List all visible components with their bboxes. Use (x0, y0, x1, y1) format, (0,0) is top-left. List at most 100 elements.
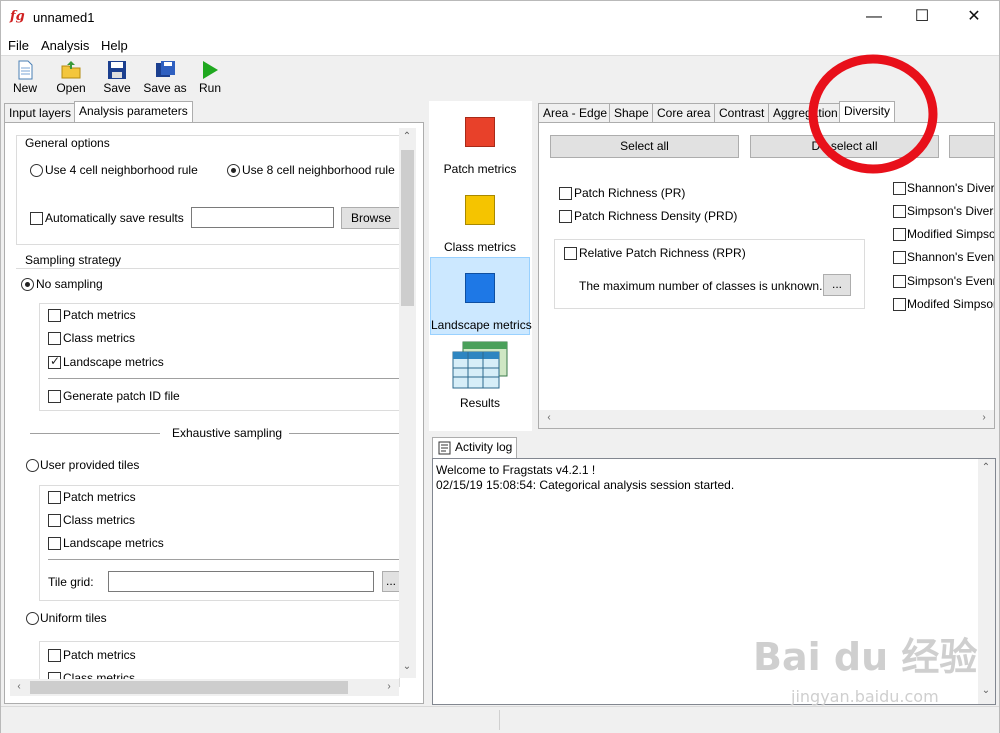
scroll-down-icon[interactable]: ⌄ (399, 661, 415, 672)
general-options-title: General options (23, 136, 112, 150)
tile-grid-input[interactable] (108, 571, 374, 592)
user-landscape-metrics-label: Landscape metrics (63, 536, 164, 550)
browse-button[interactable]: Browse (341, 207, 401, 229)
close-button[interactable]: ✕ (951, 1, 997, 33)
modified-simpson-diversity-checkbox[interactable] (893, 228, 906, 241)
diversity-scroll-left-icon[interactable]: ‹ (541, 412, 557, 423)
save-label: Save (103, 81, 131, 95)
generate-patch-id-checkbox[interactable] (48, 390, 61, 403)
modified-simpson-diversity-label: Modified Simpson (907, 227, 995, 241)
left-vscroll-thumb[interactable] (401, 150, 414, 306)
rpr-checkbox[interactable] (564, 247, 577, 260)
nav-patch-metrics-label: Patch metrics (443, 162, 517, 176)
window-title: unnamed1 (33, 10, 95, 25)
exhaustive-line-left (30, 433, 160, 434)
tab-activity-log[interactable]: Activity log (432, 437, 518, 459)
uniform-tiles-label: Uniform tiles (40, 611, 107, 625)
extra-button[interactable] (949, 135, 994, 158)
user-tiles-label: User provided tiles (40, 458, 140, 472)
modified-simpson-evenness-checkbox[interactable] (893, 298, 906, 311)
nav-patch-metrics[interactable]: Patch metrics (430, 101, 530, 179)
fragstats-logo-icon: fg (10, 9, 25, 24)
nav-landscape-metrics-label: Landscape metrics (431, 318, 532, 332)
save-as-button[interactable]: Save as (142, 59, 188, 99)
user-landscape-metrics-checkbox[interactable] (48, 537, 61, 550)
tile-grid-browse-button[interactable]: ... (382, 571, 400, 592)
minimize-button[interactable]: — (851, 1, 897, 33)
tab-input-layers[interactable]: Input layers (4, 103, 77, 123)
scroll-right-icon[interactable]: › (381, 681, 397, 692)
menu-file[interactable]: File (8, 38, 29, 53)
rule4-label: Use 4 cell neighborhood rule (45, 163, 198, 177)
left-horizontal-scrollbar[interactable]: ‹ › (10, 679, 399, 696)
new-button[interactable]: New (4, 59, 46, 99)
rule8-label: Use 8 cell neighborhood rule (242, 163, 395, 177)
log-line-2: 02/15/19 15:08:54: Categorical analysis … (436, 478, 735, 492)
results-table-icon (452, 341, 508, 389)
tab-analysis-parameters[interactable]: Analysis parameters (74, 101, 193, 123)
max-classes-text: The maximum number of classes is unknown… (579, 279, 823, 293)
open-button[interactable]: Open (50, 59, 92, 99)
nav-results[interactable]: Results (430, 335, 530, 413)
log-vertical-scrollbar[interactable]: ⌃ ⌄ (978, 459, 995, 704)
class-metrics-label: Class metrics (63, 331, 136, 345)
tab-contrast[interactable]: Contrast (714, 103, 770, 123)
nav-class-metrics-label: Class metrics (443, 240, 516, 254)
maximize-button[interactable]: ☐ (899, 1, 945, 33)
prd-checkbox[interactable] (559, 210, 572, 223)
menu-analysis[interactable]: Analysis (41, 38, 89, 53)
app-window: fg unnamed1 — ☐ ✕ File Analysis Help New… (0, 0, 1000, 733)
auto-save-path-input[interactable] (191, 207, 334, 228)
patch-metrics-label: Patch metrics (63, 308, 136, 322)
class-metrics-icon (465, 195, 495, 225)
menu-help[interactable]: Help (101, 38, 128, 53)
metric-navigator: Patch metrics Class metrics Landscape me… (429, 101, 532, 431)
simpson-diversity-label: Simpson's Diversi (907, 204, 995, 218)
landscape-metrics-checkbox[interactable] (48, 354, 61, 369)
save-as-disk-icon (156, 61, 175, 77)
rule4-radio[interactable] (30, 164, 43, 177)
shannon-diversity-checkbox[interactable] (893, 182, 906, 195)
scroll-left-icon[interactable]: ‹ (11, 681, 27, 692)
sampling-top-line (16, 268, 401, 269)
left-vertical-scrollbar[interactable]: ⌃ ⌄ (399, 128, 416, 678)
user-class-metrics-label: Class metrics (63, 513, 136, 527)
save-button[interactable]: Save (96, 59, 138, 99)
select-all-button[interactable]: Select all (550, 135, 739, 158)
nav-class-metrics[interactable]: Class metrics (430, 179, 530, 257)
shannon-evenness-checkbox[interactable] (893, 251, 906, 264)
auto-save-label: Automatically save results (45, 211, 184, 225)
pr-label: Patch Richness (PR) (574, 186, 686, 200)
save-as-label: Save as (143, 81, 187, 95)
tab-shape[interactable]: Shape (609, 103, 654, 123)
log-scroll-down-icon[interactable]: ⌄ (978, 685, 994, 696)
pr-checkbox[interactable] (559, 187, 572, 200)
tab-area-edge[interactable]: Area - Edge (538, 103, 613, 123)
user-patch-metrics-checkbox[interactable] (48, 491, 61, 504)
diversity-scroll-right-icon[interactable]: › (976, 412, 992, 423)
diversity-horizontal-scrollbar[interactable]: ‹ › (539, 410, 994, 428)
log-scroll-up-icon[interactable]: ⌃ (978, 462, 994, 473)
class-metrics-checkbox[interactable] (48, 332, 61, 345)
simpson-evenness-checkbox[interactable] (893, 275, 906, 288)
patch-metrics-checkbox[interactable] (48, 309, 61, 322)
user-class-metrics-checkbox[interactable] (48, 514, 61, 527)
simpson-diversity-checkbox[interactable] (893, 205, 906, 218)
rule8-radio[interactable] (227, 164, 240, 177)
auto-save-checkbox[interactable] (30, 212, 43, 225)
new-label: New (12, 81, 37, 95)
tab-core-area[interactable]: Core area (652, 103, 716, 123)
shannon-diversity-label: Shannon's Divers (907, 181, 995, 195)
open-label: Open (56, 81, 86, 95)
nav-landscape-metrics[interactable]: Landscape metrics (430, 257, 532, 335)
run-button[interactable]: Run (189, 59, 231, 99)
user-tiles-radio[interactable] (26, 459, 39, 472)
max-classes-button[interactable]: ... (823, 274, 851, 296)
scroll-up-icon[interactable]: ⌃ (399, 131, 415, 142)
uniform-tiles-radio[interactable] (26, 612, 39, 625)
uniform-patch-metrics-checkbox[interactable] (48, 649, 61, 662)
patch-metrics-icon (465, 117, 495, 147)
no-sampling-radio[interactable] (21, 278, 34, 291)
left-hscroll-thumb[interactable] (30, 681, 348, 694)
landscape-metrics-label: Landscape metrics (63, 355, 164, 369)
